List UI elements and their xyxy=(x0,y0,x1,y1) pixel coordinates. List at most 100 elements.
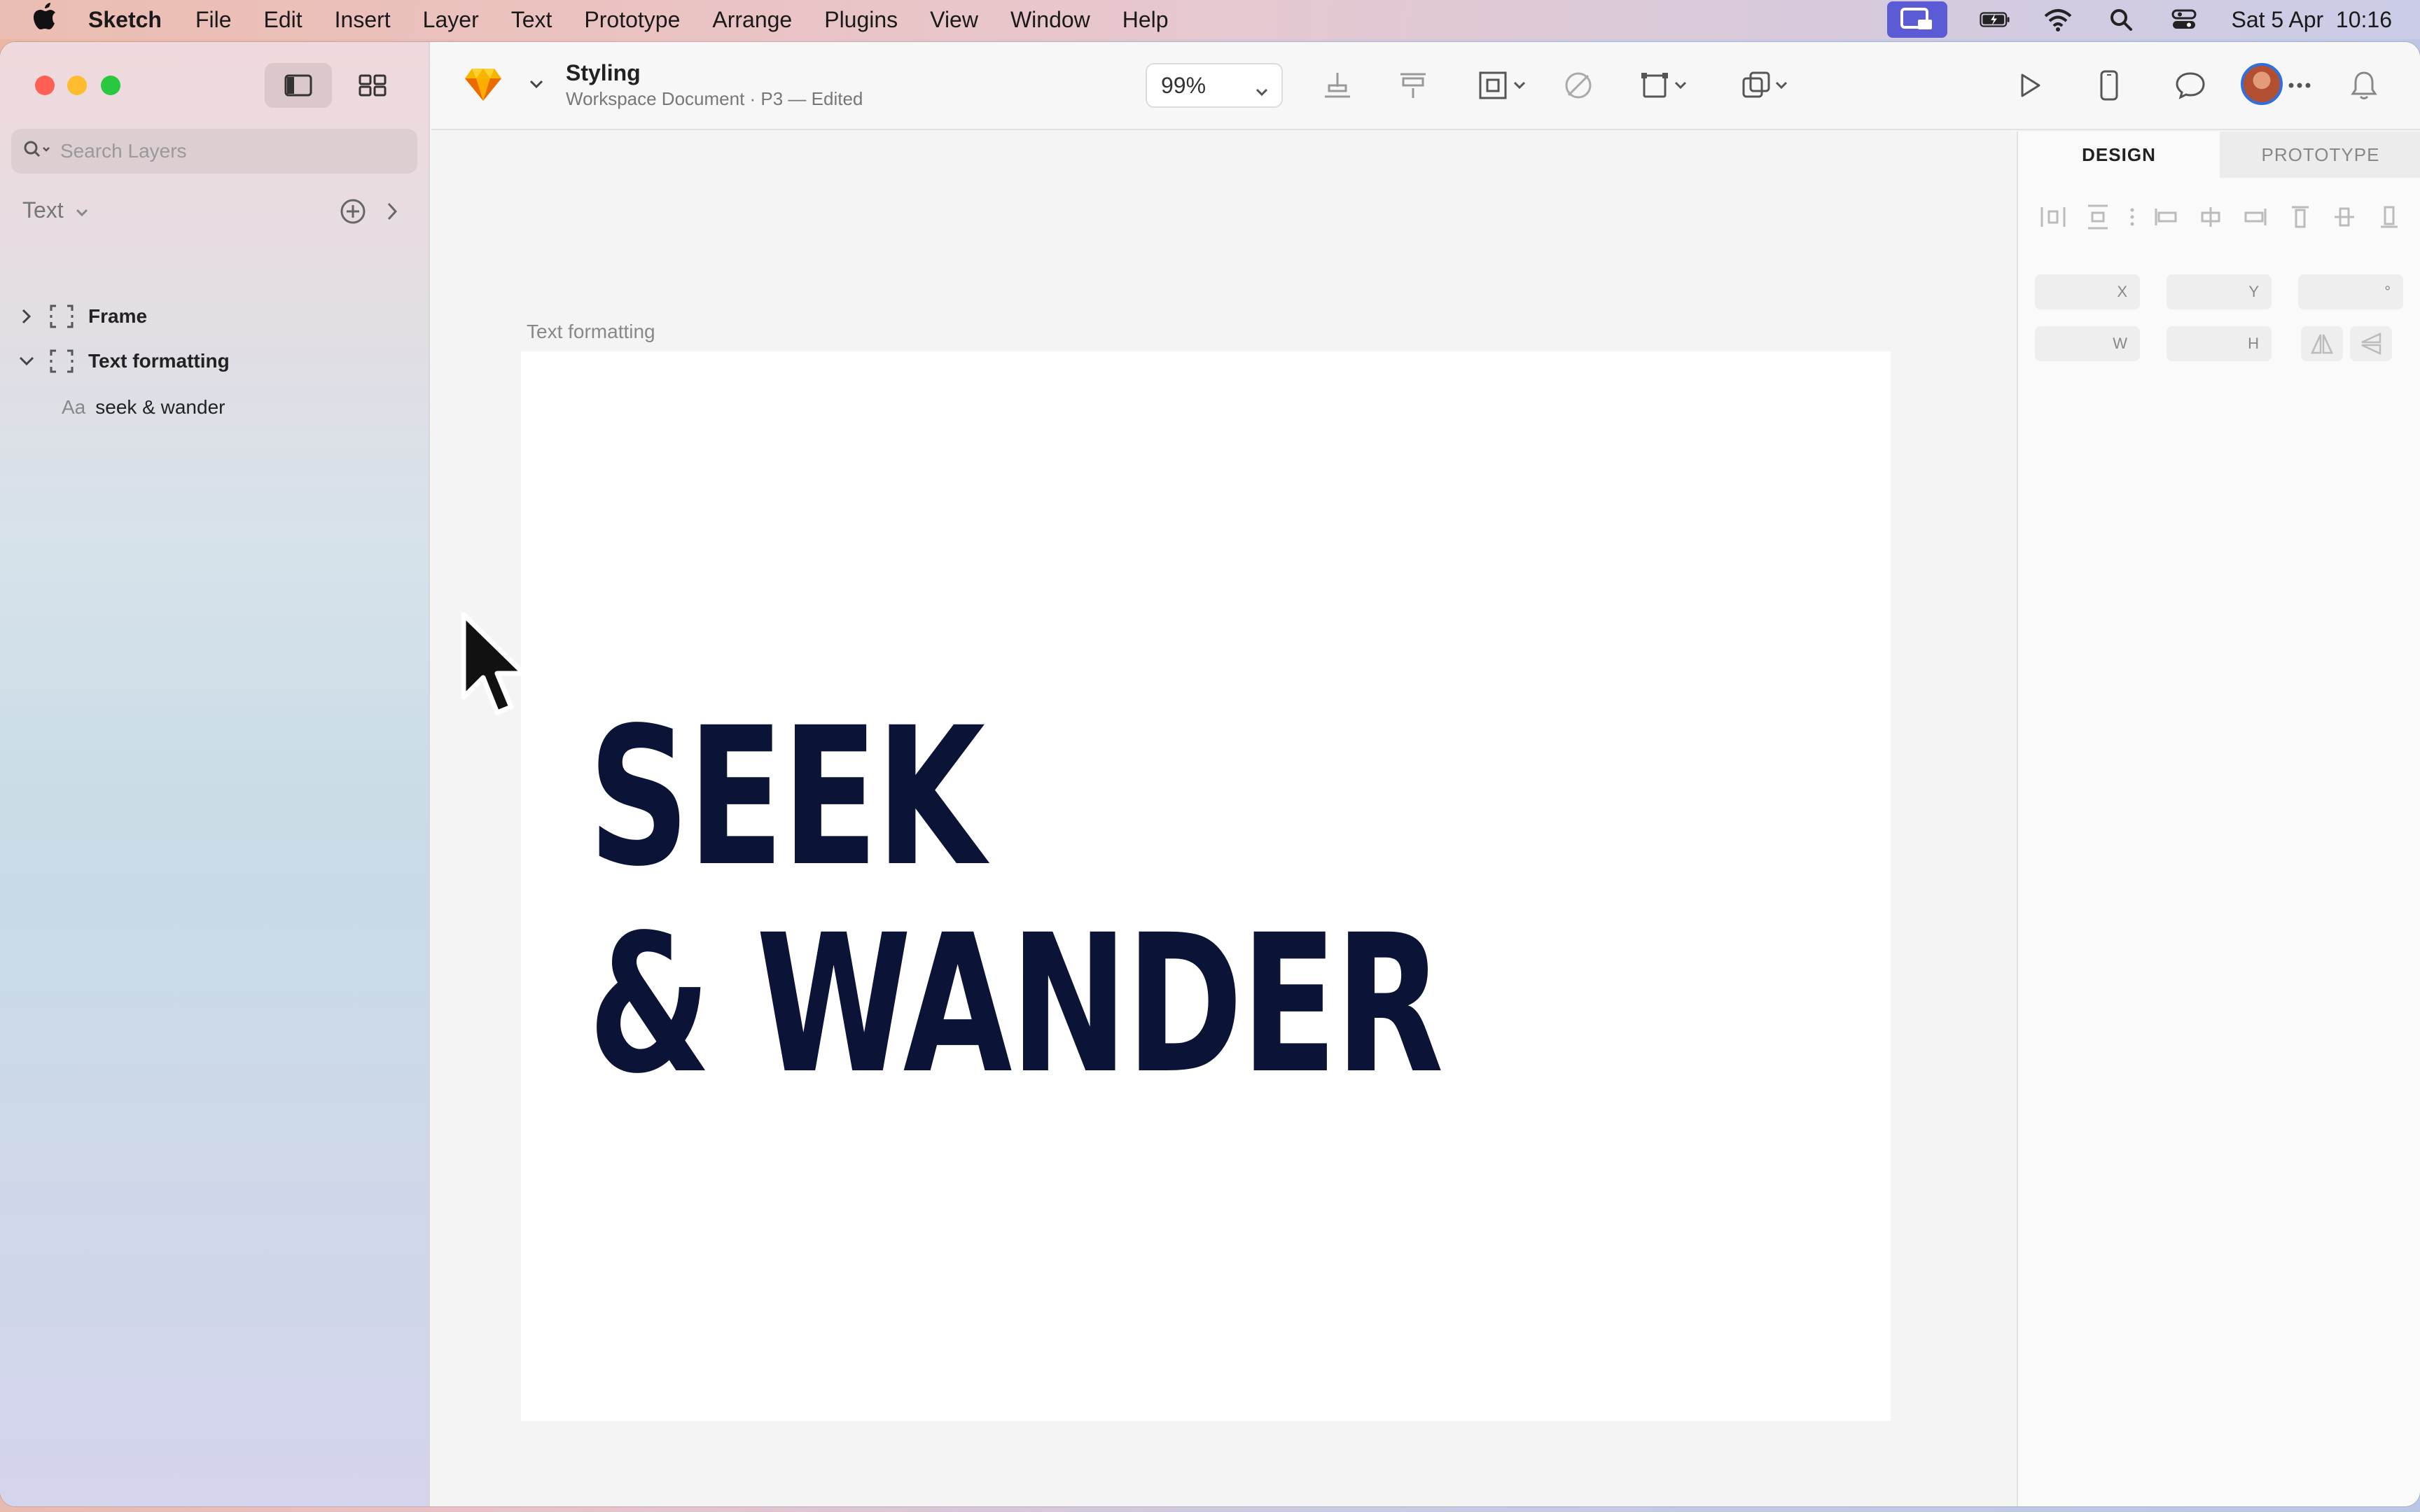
inspector-panel: DESIGN PROTOTYPE X Y ° W H xyxy=(2017,132,2420,1506)
layer-row-text-formatting[interactable]: Text formatting xyxy=(0,340,430,382)
layer-row-seek-wander[interactable]: Aa seek & wander xyxy=(0,386,430,428)
menu-help[interactable]: Help xyxy=(1122,7,1169,33)
chevron-down-icon xyxy=(75,197,89,223)
control-center-icon[interactable] xyxy=(2169,8,2199,31)
more-icon[interactable] xyxy=(2286,69,2314,102)
chevron-down-icon[interactable] xyxy=(1510,69,1529,102)
status-area: Sat 5 Apr 10:16 xyxy=(1886,0,2393,39)
document-subtitle: Workspace Document · P3 — Edited xyxy=(566,88,863,109)
align-left-icon[interactable] xyxy=(2152,203,2180,231)
mouse-cursor-icon xyxy=(458,610,528,722)
align-bottom-icon[interactable] xyxy=(2375,203,2403,231)
layer-name: Frame xyxy=(88,305,148,327)
layer-name: Text formatting xyxy=(88,350,230,372)
search-icon xyxy=(22,139,50,164)
spotlight-search-icon[interactable] xyxy=(2106,8,2136,31)
menubar-clock[interactable]: Sat 5 Apr 10:16 xyxy=(2232,7,2393,33)
x-position-field[interactable]: X xyxy=(2035,274,2140,309)
menu-prototype[interactable]: Prototype xyxy=(584,7,680,33)
distribute-vertical-icon[interactable] xyxy=(2084,203,2112,231)
height-field[interactable]: H xyxy=(2167,326,2272,361)
play-icon[interactable] xyxy=(2012,69,2046,102)
boolean-union-icon[interactable] xyxy=(1739,69,1773,102)
chevron-down-icon[interactable] xyxy=(1772,69,1791,102)
mask-icon[interactable] xyxy=(1562,69,1595,102)
notifications-bell-icon[interactable] xyxy=(2347,69,2381,102)
chevron-down-icon[interactable] xyxy=(1671,69,1690,102)
align-top-icon[interactable] xyxy=(2286,203,2314,231)
h-field-label: H xyxy=(2248,335,2259,352)
align-center-horizontal-icon[interactable] xyxy=(2197,203,2225,231)
align-right-icon[interactable] xyxy=(2241,203,2269,231)
chevron-down-icon xyxy=(1255,77,1269,103)
layer-row-frame[interactable]: Frame xyxy=(0,295,430,337)
sketch-diamond-icon[interactable] xyxy=(464,67,503,102)
toolbar: Styling Workspace Document · P3 — Edited… xyxy=(431,42,2420,130)
align-middle-vertical-icon[interactable] xyxy=(2330,203,2358,231)
text-line-2: & WANDER xyxy=(588,895,1444,1116)
frame-label[interactable]: Text formatting xyxy=(527,321,655,343)
zoom-select[interactable]: 99% xyxy=(1146,63,1283,108)
wifi-icon[interactable] xyxy=(2043,8,2073,31)
battery-icon[interactable] xyxy=(1979,8,2010,31)
menu-edit[interactable]: Edit xyxy=(264,7,302,33)
frame-tool-icon[interactable] xyxy=(1639,69,1672,102)
layer-search xyxy=(11,129,417,174)
resize-icon[interactable] xyxy=(1476,69,1510,102)
zoom-value: 99% xyxy=(1161,72,1206,98)
text-line-1: SEEK xyxy=(588,687,985,909)
menu-insert[interactable]: Insert xyxy=(335,7,391,33)
frame-icon xyxy=(49,349,74,374)
menu-text[interactable]: Text xyxy=(511,7,552,33)
chevron-down-icon[interactable] xyxy=(528,77,545,91)
tab-design[interactable]: DESIGN xyxy=(2018,132,2220,178)
chevron-down-icon[interactable] xyxy=(17,355,36,368)
menu-view[interactable]: View xyxy=(930,7,978,33)
layers-view-toggle[interactable] xyxy=(265,63,332,108)
menu-app-sketch[interactable]: Sketch xyxy=(88,7,162,33)
distribute-horizontal-icon[interactable] xyxy=(2039,203,2067,231)
menu-layer[interactable]: Layer xyxy=(423,7,479,33)
menu-plugins[interactable]: Plugins xyxy=(824,7,898,33)
screen-share-icon[interactable] xyxy=(1886,1,1947,38)
chevron-right-icon[interactable] xyxy=(382,200,402,223)
document-title: Styling xyxy=(566,60,641,85)
y-position-field[interactable]: Y xyxy=(2167,274,2272,309)
chevron-right-icon[interactable] xyxy=(17,307,36,326)
menu-window[interactable]: Window xyxy=(1010,7,1090,33)
mirror-device-icon[interactable] xyxy=(2092,69,2126,102)
menu-file[interactable]: File xyxy=(195,7,232,33)
artboard-text-formatting[interactable]: SEEK & WANDER xyxy=(521,351,1891,1421)
page-name: Text xyxy=(22,197,64,223)
rotation-field[interactable]: ° xyxy=(2298,274,2403,309)
insert-icon[interactable] xyxy=(1321,69,1354,102)
sketch-window: Text Frame Text f xyxy=(0,42,2420,1506)
flip-horizontal-icon[interactable] xyxy=(2301,326,2343,361)
search-layers-input[interactable] xyxy=(60,140,396,162)
text-layer-seek-wander[interactable]: SEEK & WANDER xyxy=(588,687,1444,1116)
canvas[interactable]: Text formatting SEEK & WANDER xyxy=(431,132,2015,1506)
components-view-toggle[interactable] xyxy=(339,63,406,108)
user-avatar[interactable] xyxy=(2241,63,2283,105)
rotation-field-label: ° xyxy=(2384,283,2391,300)
more-options-icon[interactable] xyxy=(2129,203,2136,231)
add-page-icon[interactable] xyxy=(339,197,367,225)
window-zoom-button[interactable] xyxy=(101,76,120,95)
tab-prototype[interactable]: PROTOTYPE xyxy=(2220,132,2420,178)
width-field[interactable]: W xyxy=(2035,326,2140,361)
x-field-label: X xyxy=(2117,283,2127,300)
alignment-toolbar xyxy=(2039,203,2403,231)
window-close-button[interactable] xyxy=(35,76,55,95)
page-selector[interactable]: Text xyxy=(22,197,89,223)
distribute-icon[interactable] xyxy=(1396,69,1430,102)
y-field-label: Y xyxy=(2248,283,2259,300)
inspector-tabs: DESIGN PROTOTYPE xyxy=(2018,132,2420,178)
w-field-label: W xyxy=(2113,335,2127,352)
layer-name: seek & wander xyxy=(95,396,225,418)
window-minimize-button[interactable] xyxy=(67,76,87,95)
flip-vertical-icon[interactable] xyxy=(2350,326,2392,361)
comment-icon[interactable] xyxy=(2174,69,2207,102)
text-layer-icon: Aa xyxy=(62,396,86,418)
menu-arrange[interactable]: Arrange xyxy=(712,7,792,33)
apple-menu-icon[interactable] xyxy=(32,3,60,36)
